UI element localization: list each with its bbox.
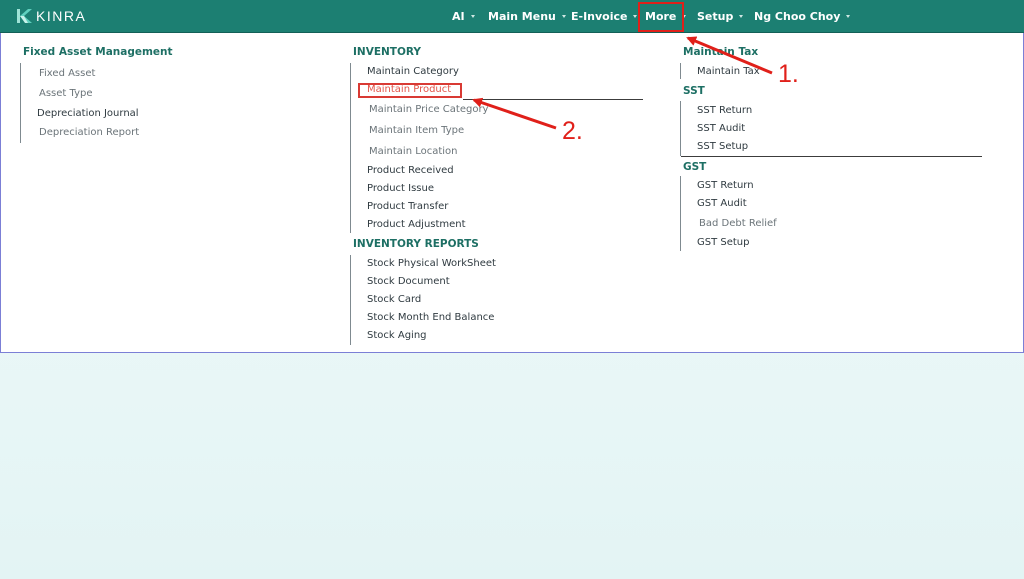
inventory-reports-divider — [350, 255, 351, 345]
menu-product-issue[interactable]: Product Issue — [367, 183, 434, 194]
menu-maintain-category[interactable]: Maintain Category — [367, 66, 459, 77]
caret-down-icon — [633, 15, 638, 18]
menu-product-adjustment[interactable]: Product Adjustment — [367, 219, 466, 230]
annotation-step-2: 2. — [562, 117, 583, 145]
menu-asset-type[interactable]: Asset Type — [39, 88, 92, 99]
menu-fixed-asset[interactable]: Fixed Asset — [39, 68, 95, 79]
menu-sst-audit[interactable]: SST Audit — [697, 123, 745, 134]
sst-divider — [680, 101, 681, 156]
caret-down-icon — [561, 15, 566, 18]
nav-ai[interactable]: AI — [452, 0, 475, 33]
menu-stock-aging[interactable]: Stock Aging — [367, 330, 427, 341]
menu-product-received[interactable]: Product Received — [367, 165, 454, 176]
annotation-step-1: 1. — [778, 60, 799, 88]
caret-down-icon — [470, 15, 475, 18]
menu-gst-return[interactable]: GST Return — [697, 180, 754, 191]
inventory-divider — [350, 63, 351, 233]
kinra-logo[interactable]: KINRA — [15, 6, 86, 26]
menu-product-transfer[interactable]: Product Transfer — [367, 201, 448, 212]
nav-user-label: Ng Choo Choy — [754, 10, 841, 23]
menu-stock-physical-worksheet[interactable]: Stock Physical WorkSheet — [367, 258, 496, 269]
menu-maintain-item-type[interactable]: Maintain Item Type — [369, 125, 464, 136]
menu-depreciation-report[interactable]: Depreciation Report — [39, 127, 139, 138]
menu-bad-debt-relief[interactable]: Bad Debt Relief — [699, 218, 777, 229]
menu-depreciation-journal[interactable]: Depreciation Journal — [37, 108, 139, 119]
menu-stock-document[interactable]: Stock Document — [367, 276, 450, 287]
menu-sst-setup[interactable]: SST Setup — [697, 141, 748, 152]
kinra-k-logo-icon — [17, 9, 32, 23]
caret-down-icon — [739, 15, 744, 18]
inventory-separator — [463, 99, 643, 100]
sst-heading: SST — [683, 85, 705, 97]
logo-text: KINRA — [36, 8, 87, 24]
more-dropdown-panel: Fixed Asset Management Fixed Asset Asset… — [0, 33, 1024, 353]
menu-maintain-price-category[interactable]: Maintain Price Category — [369, 104, 488, 115]
maintain-tax-divider — [680, 63, 681, 79]
fixed-asset-divider — [20, 63, 21, 143]
menu-maintain-location[interactable]: Maintain Location — [369, 146, 458, 157]
sst-separator — [681, 156, 982, 157]
menu-maintain-tax[interactable]: Maintain Tax — [697, 66, 760, 77]
nav-user-menu[interactable]: Ng Choo Choy — [754, 0, 851, 33]
more-highlight-box — [638, 2, 684, 32]
nav-ai-label: AI — [452, 10, 465, 23]
menu-gst-setup[interactable]: GST Setup — [697, 237, 750, 248]
nav-main-menu[interactable]: Main Menu — [488, 0, 566, 33]
gst-heading: GST — [683, 161, 707, 173]
menu-sst-return[interactable]: SST Return — [697, 105, 752, 116]
fixed-asset-heading: Fixed Asset Management — [23, 46, 173, 58]
top-navbar: KINRA AI Main Menu E-Invoice More Setup … — [0, 0, 1024, 33]
inventory-reports-heading: INVENTORY REPORTS — [353, 238, 479, 250]
menu-maintain-product[interactable]: Maintain Product — [367, 84, 451, 95]
inventory-heading: INVENTORY — [353, 46, 421, 58]
menu-gst-audit[interactable]: GST Audit — [697, 198, 747, 209]
nav-e-invoice[interactable]: E-Invoice — [571, 0, 638, 33]
nav-setup[interactable]: Setup — [697, 0, 744, 33]
gst-divider — [680, 176, 681, 251]
caret-down-icon — [846, 15, 851, 18]
maintain-tax-heading: Maintain Tax — [683, 46, 759, 58]
nav-main-menu-label: Main Menu — [488, 10, 556, 23]
nav-setup-label: Setup — [697, 10, 734, 23]
menu-stock-month-end-balance[interactable]: Stock Month End Balance — [367, 312, 494, 323]
menu-stock-card[interactable]: Stock Card — [367, 294, 421, 305]
nav-e-invoice-label: E-Invoice — [571, 10, 628, 23]
